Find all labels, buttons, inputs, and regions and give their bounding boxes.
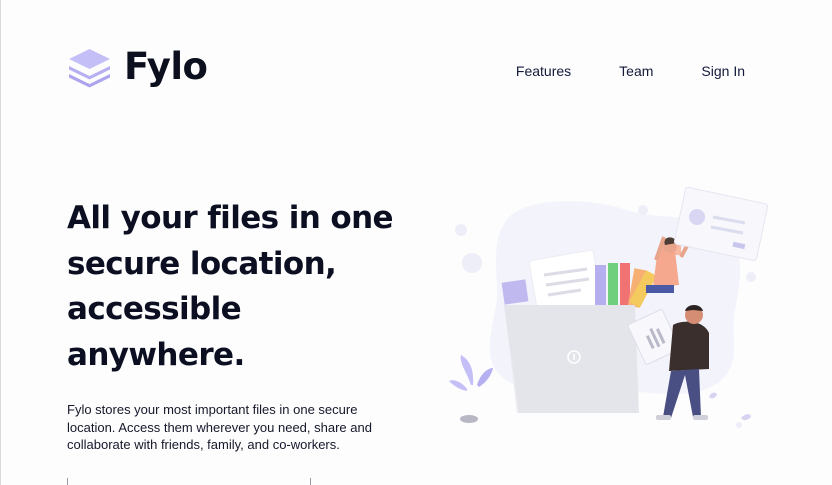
main-nav: Features Team Sign In (516, 62, 745, 80)
email-input-field[interactable] (67, 478, 311, 485)
hero-title: All your files in one secure location, a… (67, 200, 394, 373)
logo[interactable]: Fylo (66, 45, 208, 89)
nav-sign-in-link[interactable]: Sign In (701, 62, 745, 80)
nav-features-link[interactable]: Features (516, 62, 571, 80)
nav-team-link[interactable]: Team (619, 62, 653, 80)
stacked-layers-icon (69, 49, 110, 88)
site-header: Fylo Features Team Sign In (1, 0, 832, 140)
brand-name: Fylo (124, 45, 208, 88)
people-organizing-files-illustration (449, 186, 769, 428)
hero-description: Fylo stores your most important files in… (67, 402, 372, 452)
